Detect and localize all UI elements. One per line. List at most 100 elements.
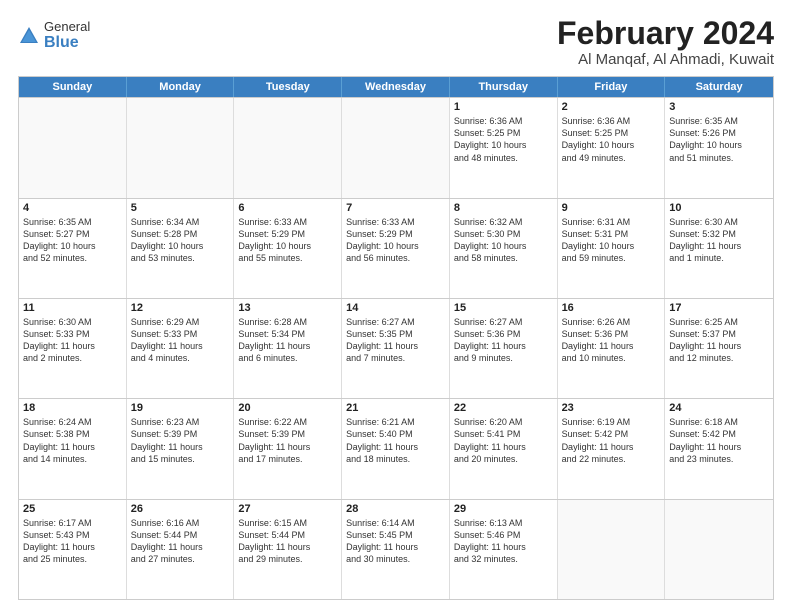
day-number: 10 <box>669 202 769 214</box>
cell-info-line: Sunrise: 6:26 AM <box>562 316 661 328</box>
calendar-cell-0-6: 3Sunrise: 6:35 AMSunset: 5:26 PMDaylight… <box>665 98 773 197</box>
cell-info-line: and 58 minutes. <box>454 252 553 264</box>
page: General Blue February 2024 Al Manqaf, Al… <box>0 0 792 612</box>
cell-info-line: Sunrise: 6:27 AM <box>454 316 553 328</box>
cell-info-line: Sunrise: 6:16 AM <box>131 517 230 529</box>
cell-info-line: and 4 minutes. <box>131 352 230 364</box>
cell-info-line: Sunset: 5:42 PM <box>562 428 661 440</box>
calendar-cell-3-2: 20Sunrise: 6:22 AMSunset: 5:39 PMDayligh… <box>234 399 342 498</box>
calendar-cell-1-5: 9Sunrise: 6:31 AMSunset: 5:31 PMDaylight… <box>558 199 666 298</box>
cell-info-line: Sunrise: 6:25 AM <box>669 316 769 328</box>
cell-info-line: Sunrise: 6:35 AM <box>669 115 769 127</box>
cell-info-line: Daylight: 10 hours <box>454 139 553 151</box>
cell-info-line: Sunrise: 6:23 AM <box>131 416 230 428</box>
cell-info-line: Sunrise: 6:14 AM <box>346 517 445 529</box>
cell-info-line: Sunset: 5:41 PM <box>454 428 553 440</box>
cell-info-line: Sunset: 5:26 PM <box>669 127 769 139</box>
calendar-row-2: 11Sunrise: 6:30 AMSunset: 5:33 PMDayligh… <box>19 298 773 398</box>
cell-info-line: and 30 minutes. <box>346 553 445 565</box>
cell-info-line: Sunset: 5:34 PM <box>238 328 337 340</box>
calendar-cell-3-4: 22Sunrise: 6:20 AMSunset: 5:41 PMDayligh… <box>450 399 558 498</box>
day-number: 19 <box>131 402 230 414</box>
cell-info-line: Daylight: 11 hours <box>454 441 553 453</box>
day-header-tuesday: Tuesday <box>234 77 342 97</box>
cell-info-line: Sunrise: 6:30 AM <box>669 216 769 228</box>
cell-info-line: Daylight: 11 hours <box>669 240 769 252</box>
cell-info-line: and 32 minutes. <box>454 553 553 565</box>
day-header-thursday: Thursday <box>450 77 558 97</box>
cell-info-line: and 56 minutes. <box>346 252 445 264</box>
day-number: 13 <box>238 302 337 314</box>
calendar-cell-1-6: 10 Sunrise: 6:30 AMSunset: 5:32 PMDayligh… <box>665 199 773 298</box>
cell-info-line: and 25 minutes. <box>23 553 122 565</box>
cell-info-line: Sunset: 5:40 PM <box>346 428 445 440</box>
cell-info-line: and 59 minutes. <box>562 252 661 264</box>
cell-info-line: and 10 minutes. <box>562 352 661 364</box>
cell-info-line: Sunset: 5:32 PM <box>669 228 769 240</box>
cell-info-line: Daylight: 11 hours <box>131 541 230 553</box>
cell-info-line: Sunrise: 6:33 AM <box>346 216 445 228</box>
cell-info-line: and 55 minutes. <box>238 252 337 264</box>
cell-info-line: Daylight: 11 hours <box>562 340 661 352</box>
calendar-cell-1-2: 6Sunrise: 6:33 AMSunset: 5:29 PMDaylight… <box>234 199 342 298</box>
cell-info-line: Daylight: 11 hours <box>669 441 769 453</box>
cell-info-line: Daylight: 11 hours <box>131 340 230 352</box>
cell-info-line: and 29 minutes. <box>238 553 337 565</box>
calendar-cell-0-3 <box>342 98 450 197</box>
cell-info-line: Sunset: 5:25 PM <box>454 127 553 139</box>
cell-info-line: and 6 minutes. <box>238 352 337 364</box>
day-number: 15 <box>454 302 553 314</box>
cell-info-line: Daylight: 11 hours <box>562 441 661 453</box>
day-number: 21 <box>346 402 445 414</box>
cell-info-line: Sunset: 5:44 PM <box>238 529 337 541</box>
cell-info-line: Sunset: 5:39 PM <box>131 428 230 440</box>
cell-info-line: Sunrise: 6:24 AM <box>23 416 122 428</box>
title-block: February 2024 Al Manqaf, Al Ahmadi, Kuwa… <box>557 16 774 68</box>
cell-info-line: Daylight: 11 hours <box>454 541 553 553</box>
day-number: 12 <box>131 302 230 314</box>
day-number: 23 <box>562 402 661 414</box>
logo-general-label: General <box>44 20 90 34</box>
cell-info-line: Sunrise: 6:29 AM <box>131 316 230 328</box>
logo: General Blue <box>18 20 90 52</box>
cell-info-line: Daylight: 11 hours <box>238 340 337 352</box>
cell-info-line: Daylight: 11 hours <box>238 541 337 553</box>
calendar-cell-0-2 <box>234 98 342 197</box>
cell-info-line: Sunrise: 6:36 AM <box>562 115 661 127</box>
day-number: 6 <box>238 202 337 214</box>
day-number: 18 <box>23 402 122 414</box>
cell-info-line: Daylight: 11 hours <box>346 541 445 553</box>
calendar-title: February 2024 <box>557 16 774 51</box>
day-header-sunday: Sunday <box>19 77 127 97</box>
cell-info-line: and 2 minutes. <box>23 352 122 364</box>
day-number: 9 <box>562 202 661 214</box>
logo-text: General Blue <box>44 20 90 52</box>
day-number: 4 <box>23 202 122 214</box>
header: General Blue February 2024 Al Manqaf, Al… <box>18 16 774 68</box>
cell-info-line: Sunset: 5:36 PM <box>562 328 661 340</box>
cell-info-line: Daylight: 11 hours <box>454 340 553 352</box>
calendar-cell-3-5: 23Sunrise: 6:19 AMSunset: 5:42 PMDayligh… <box>558 399 666 498</box>
cell-info-line: Daylight: 10 hours <box>669 139 769 151</box>
cell-info-line: Sunrise: 6:17 AM <box>23 517 122 529</box>
calendar-row-3: 18Sunrise: 6:24 AMSunset: 5:38 PMDayligh… <box>19 398 773 498</box>
cell-info-line: Sunset: 5:25 PM <box>562 127 661 139</box>
calendar-cell-4-5 <box>558 500 666 599</box>
cell-info-line: Daylight: 10 hours <box>454 240 553 252</box>
cell-info-line: and 1 minute. <box>669 252 769 264</box>
calendar-cell-2-1: 12Sunrise: 6:29 AMSunset: 5:33 PMDayligh… <box>127 299 235 398</box>
cell-info-line: Sunrise: 6:28 AM <box>238 316 337 328</box>
day-header-saturday: Saturday <box>665 77 773 97</box>
cell-info-line: Sunrise: 6:32 AM <box>454 216 553 228</box>
calendar-cell-4-2: 27Sunrise: 6:15 AMSunset: 5:44 PMDayligh… <box>234 500 342 599</box>
cell-info-line: Sunset: 5:35 PM <box>346 328 445 340</box>
cell-info-line: Sunset: 5:30 PM <box>454 228 553 240</box>
calendar-cell-2-4: 15Sunrise: 6:27 AMSunset: 5:36 PMDayligh… <box>450 299 558 398</box>
cell-info-line: Sunrise: 6:13 AM <box>454 517 553 529</box>
cell-info-line: Sunset: 5:42 PM <box>669 428 769 440</box>
day-number: 22 <box>454 402 553 414</box>
cell-info-line: Sunset: 5:29 PM <box>346 228 445 240</box>
cell-info-line: and 20 minutes. <box>454 453 553 465</box>
cell-info-line: and 17 minutes. <box>238 453 337 465</box>
cell-info-line: Daylight: 10 hours <box>238 240 337 252</box>
